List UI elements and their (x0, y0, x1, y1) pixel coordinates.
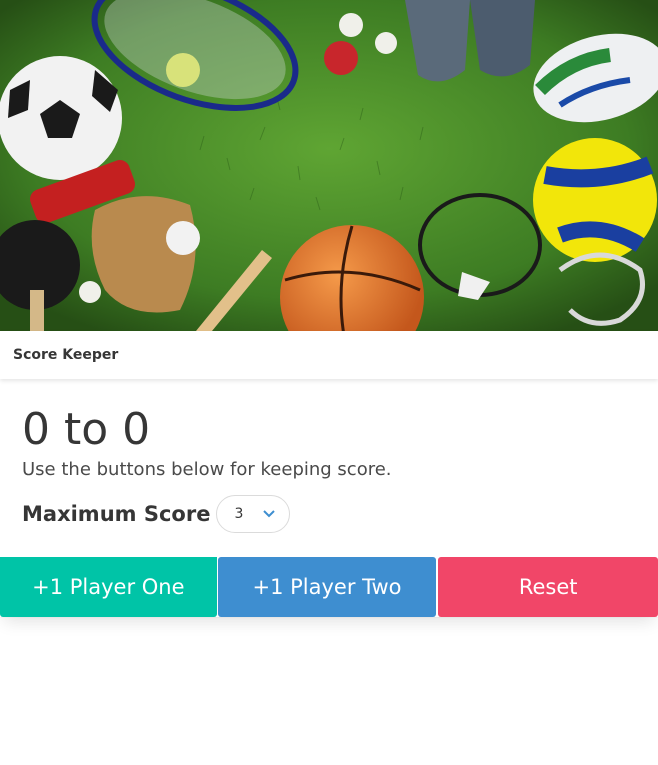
card-content: 0 to 0 Use the buttons below for keeping… (0, 379, 658, 557)
app-title: Score Keeper (13, 347, 119, 363)
max-score-value: 3 (234, 506, 244, 522)
score-display: 0 to 0 (22, 404, 151, 455)
sports-equipment-image (0, 0, 658, 331)
player-two-button[interactable]: +1 Player Two (217, 557, 437, 617)
button-row: +1 Player One +1 Player Two Reset (0, 557, 658, 617)
reset-button[interactable]: Reset (438, 557, 658, 617)
score-keeper-card: Score Keeper 0 to 0 Use the buttons belo… (0, 0, 658, 617)
max-score-label: Maximum Score (22, 502, 211, 526)
player-one-button[interactable]: +1 Player One (0, 557, 217, 617)
max-score-row: Maximum Score 3 (22, 495, 636, 533)
card-header: Score Keeper (0, 331, 658, 379)
instructions-text: Use the buttons below for keeping score. (22, 459, 392, 480)
max-score-select[interactable]: 3 (216, 495, 291, 533)
chevron-down-icon (263, 510, 276, 518)
